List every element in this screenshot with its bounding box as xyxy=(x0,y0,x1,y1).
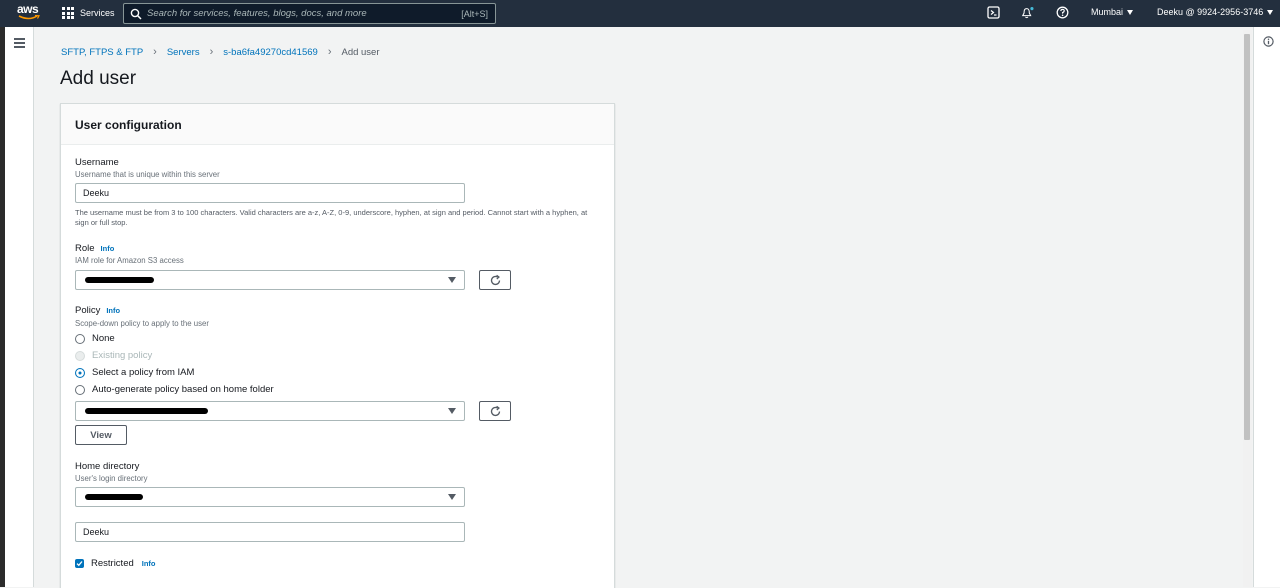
refresh-icon xyxy=(490,405,501,417)
radio-unchecked-icon xyxy=(75,384,85,395)
caret-down-icon xyxy=(1127,10,1134,16)
chevron-right-icon: › xyxy=(327,46,332,58)
policy-option-none[interactable]: None xyxy=(75,333,115,344)
policy-label-text: Policy xyxy=(75,305,101,316)
policy-label: Policy Info xyxy=(75,305,120,316)
policy-info-link[interactable]: Info xyxy=(106,306,120,315)
policy-option-iam[interactable]: Select a policy from IAM xyxy=(75,367,194,378)
role-description: IAM role for Amazon S3 access xyxy=(75,256,184,265)
panel-title: User configuration xyxy=(75,118,182,132)
chevron-right-icon: › xyxy=(209,46,214,58)
page-title: Add user xyxy=(60,68,137,89)
policy-option-label: Auto-generate policy based on home folde… xyxy=(92,384,274,395)
restricted-info-link[interactable]: Info xyxy=(142,559,156,568)
search-icon xyxy=(130,8,142,20)
panel-header: User configuration xyxy=(61,104,614,145)
chevron-right-icon: › xyxy=(153,46,157,58)
restricted-label: Restricted xyxy=(91,558,134,569)
policy-refresh-button[interactable] xyxy=(479,401,511,421)
view-policy-button[interactable]: View xyxy=(75,425,127,445)
aws-smile-icon xyxy=(18,15,40,20)
radio-unchecked-icon xyxy=(75,333,85,344)
breadcrumb-servers[interactable]: Servers xyxy=(167,47,200,58)
services-grid-icon xyxy=(62,7,74,19)
home-bucket-select[interactable] xyxy=(75,487,465,507)
hamburger-menu-icon[interactable] xyxy=(14,38,25,48)
username-input[interactable] xyxy=(75,183,465,203)
home-directory-path-input[interactable] xyxy=(75,522,465,542)
restricted-checkbox[interactable]: Restricted Info xyxy=(75,558,156,569)
dropdown-caret-icon xyxy=(448,494,456,500)
redacted-value xyxy=(85,408,208,414)
home-directory-label: Home directory xyxy=(75,461,140,472)
search-input[interactable] xyxy=(147,8,462,19)
username-constraint-text: The username must be from 3 to 100 chara… xyxy=(75,208,588,227)
bell-icon[interactable] xyxy=(1021,6,1035,20)
checkbox-checked-icon xyxy=(75,559,84,568)
global-search[interactable]: [Alt+S] xyxy=(123,3,496,24)
breadcrumb-sftp[interactable]: SFTP, FTPS & FTP xyxy=(61,47,143,58)
region-label: Mumbai xyxy=(1091,7,1124,17)
tools-panel-collapsed xyxy=(1253,27,1280,587)
role-label: Role Info xyxy=(75,243,114,254)
page-scrollbar[interactable] xyxy=(1243,30,1252,587)
dropdown-caret-icon xyxy=(448,408,456,414)
policy-option-label: None xyxy=(92,333,115,344)
role-select[interactable] xyxy=(75,270,465,290)
user-configuration-panel: User configuration Username Username tha… xyxy=(60,103,615,588)
help-icon[interactable] xyxy=(1056,6,1070,20)
policy-option-label: Existing policy xyxy=(92,350,153,361)
policy-description: Scope-down policy to apply to the user xyxy=(75,319,209,328)
policy-option-existing: Existing policy xyxy=(75,350,152,361)
search-shortcut: [Alt+S] xyxy=(461,8,488,19)
cloudshell-icon[interactable] xyxy=(987,6,1001,20)
account-label: Deeku @ 9924-2956-3746 xyxy=(1157,7,1264,17)
breadcrumb-current: Add user xyxy=(341,46,380,58)
caret-down-icon xyxy=(1267,10,1274,16)
redacted-value xyxy=(85,494,143,500)
radio-checked-icon xyxy=(75,367,85,378)
aws-logo-text: aws xyxy=(17,2,39,16)
home-directory-description: User's login directory xyxy=(75,474,148,483)
account-menu[interactable]: Deeku @ 9924-2956-3746 xyxy=(1157,7,1274,17)
dropdown-caret-icon xyxy=(448,277,456,283)
redacted-value xyxy=(85,277,154,283)
role-label-text: Role xyxy=(75,243,95,254)
username-label: Username xyxy=(75,157,119,168)
refresh-icon xyxy=(490,274,501,286)
info-icon[interactable] xyxy=(1263,36,1274,47)
policy-select[interactable] xyxy=(75,401,465,421)
services-menu[interactable]: Services xyxy=(62,6,115,20)
side-navigation-collapsed xyxy=(5,27,34,587)
role-refresh-button[interactable] xyxy=(479,270,511,290)
scrollbar-thumb[interactable] xyxy=(1244,34,1250,440)
radio-disabled-icon xyxy=(75,350,85,361)
username-description: Username that is unique within this serv… xyxy=(75,170,220,179)
region-selector[interactable]: Mumbai xyxy=(1091,7,1134,17)
breadcrumb-server-id[interactable]: s-ba6fa49270cd41569 xyxy=(223,47,318,58)
policy-option-auto-generate[interactable]: Auto-generate policy based on home folde… xyxy=(75,384,274,395)
breadcrumb: SFTP, FTPS & FTP › Servers › s-ba6fa4927… xyxy=(61,46,380,58)
aws-logo[interactable]: aws xyxy=(17,3,41,23)
policy-option-label: Select a policy from IAM xyxy=(92,367,195,378)
role-info-link[interactable]: Info xyxy=(101,244,115,253)
services-label: Services xyxy=(80,8,115,18)
top-navigation: aws Services [Alt+S] Mumbai xyxy=(0,0,1280,27)
